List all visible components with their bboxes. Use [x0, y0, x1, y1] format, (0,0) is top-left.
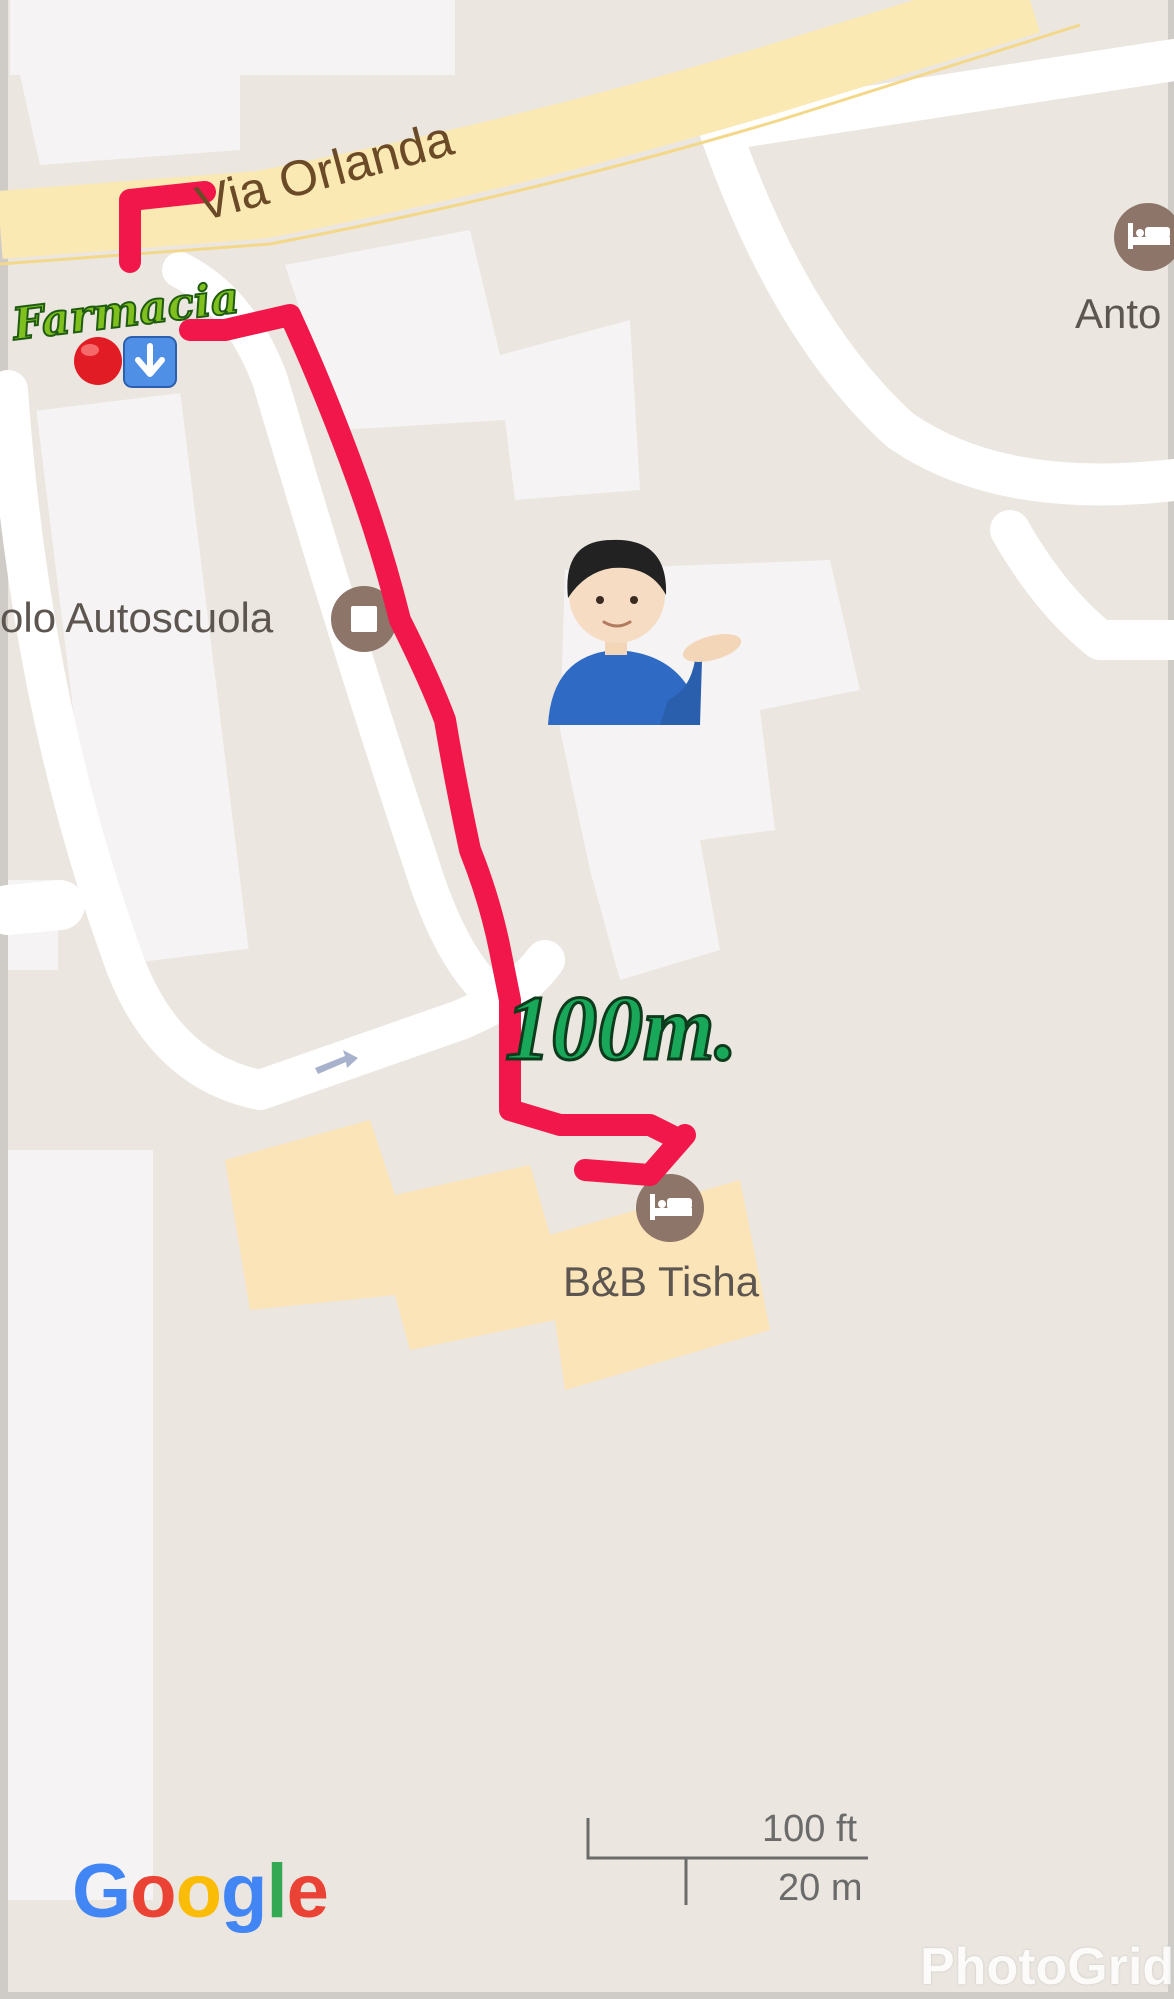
- google-logo-letter: e: [286, 1849, 329, 1934]
- red-circle-icon: [74, 337, 122, 385]
- google-logo-letter: g: [221, 1849, 267, 1934]
- photogrid-watermark: PhotoGrid: [920, 1938, 1174, 1996]
- poi-label-autoscuola[interactable]: olo Autoscuola: [0, 594, 273, 642]
- down-arrow-button-icon: [123, 336, 177, 388]
- scale-label-imperial: 100 ft: [762, 1808, 858, 1850]
- google-logo-letter: l: [266, 1849, 287, 1934]
- scale-label-metric: 20 m: [778, 1867, 863, 1909]
- distance-annotation: 100m.: [504, 976, 740, 1081]
- google-logo-letter: G: [72, 1849, 131, 1934]
- poi-label-anto[interactable]: Anto: [1075, 290, 1161, 338]
- google-logo: Google: [72, 1848, 329, 1935]
- poi-label-bnb-tisha[interactable]: B&B Tisha: [563, 1258, 759, 1306]
- google-logo-letter: o: [130, 1849, 176, 1934]
- google-logo-letter: o: [175, 1849, 222, 1934]
